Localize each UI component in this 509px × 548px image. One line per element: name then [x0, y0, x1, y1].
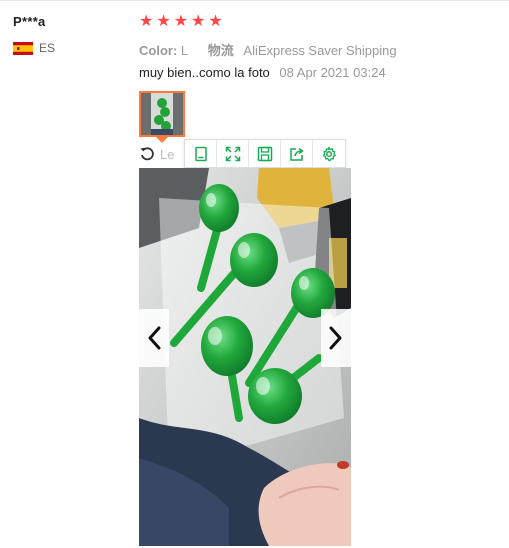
reviewer-name: P***a: [13, 14, 46, 29]
rotate-left-icon: [140, 147, 154, 161]
rotate-left-button[interactable]: Le: [139, 146, 174, 162]
review-meta: Color: L 物流 AliExpress Saver Shipping: [139, 40, 397, 59]
chevron-left-icon: [148, 326, 161, 350]
original-size-button[interactable]: [185, 140, 217, 167]
top-divider: [0, 0, 509, 1]
chevron-right-icon: [329, 326, 342, 350]
color-value: L: [180, 43, 189, 58]
review-photo: [139, 168, 351, 546]
star-icon: ★: [191, 13, 206, 30]
share-icon: [289, 147, 304, 161]
share-button[interactable]: [281, 140, 313, 167]
shipping-label: 物流: [207, 43, 234, 58]
star-icon: ★: [173, 13, 189, 30]
review-date: 08 Apr 2021 03:24: [279, 65, 386, 80]
fullscreen-icon: [225, 146, 240, 161]
country-code: ES: [39, 41, 56, 55]
save-image-button[interactable]: [249, 140, 281, 167]
image-viewer-toolbar: [184, 139, 346, 168]
spain-flag-icon: [13, 41, 33, 55]
original-size-icon: [194, 146, 207, 161]
review-photo-viewer[interactable]: [139, 168, 351, 546]
fullscreen-button[interactable]: [217, 140, 249, 167]
shipping-value: AliExpress Saver Shipping: [243, 43, 397, 58]
star-icon: ★: [156, 13, 171, 30]
rotate-left-label: Le: [160, 146, 175, 162]
star-icon: ★: [208, 13, 223, 30]
review-photo-thumbnail[interactable]: [139, 91, 185, 137]
thumbnail-pointer: [156, 137, 168, 143]
star-icon: ★: [139, 13, 154, 30]
previous-image-button[interactable]: [139, 309, 169, 367]
reviewer-country: ES: [13, 41, 55, 55]
review-text: muy bien..como la foto: [139, 65, 270, 80]
thumbnail-image: [141, 93, 183, 135]
gear-icon: [322, 146, 336, 161]
rating-stars: ★ ★ ★ ★ ★: [139, 13, 223, 31]
settings-button[interactable]: [313, 140, 345, 167]
review-body: muy bien..como la foto 08 Apr 2021 03:24: [139, 65, 386, 80]
next-image-button[interactable]: [321, 309, 351, 367]
save-icon: [257, 146, 272, 161]
color-label: Color:: [139, 43, 178, 58]
